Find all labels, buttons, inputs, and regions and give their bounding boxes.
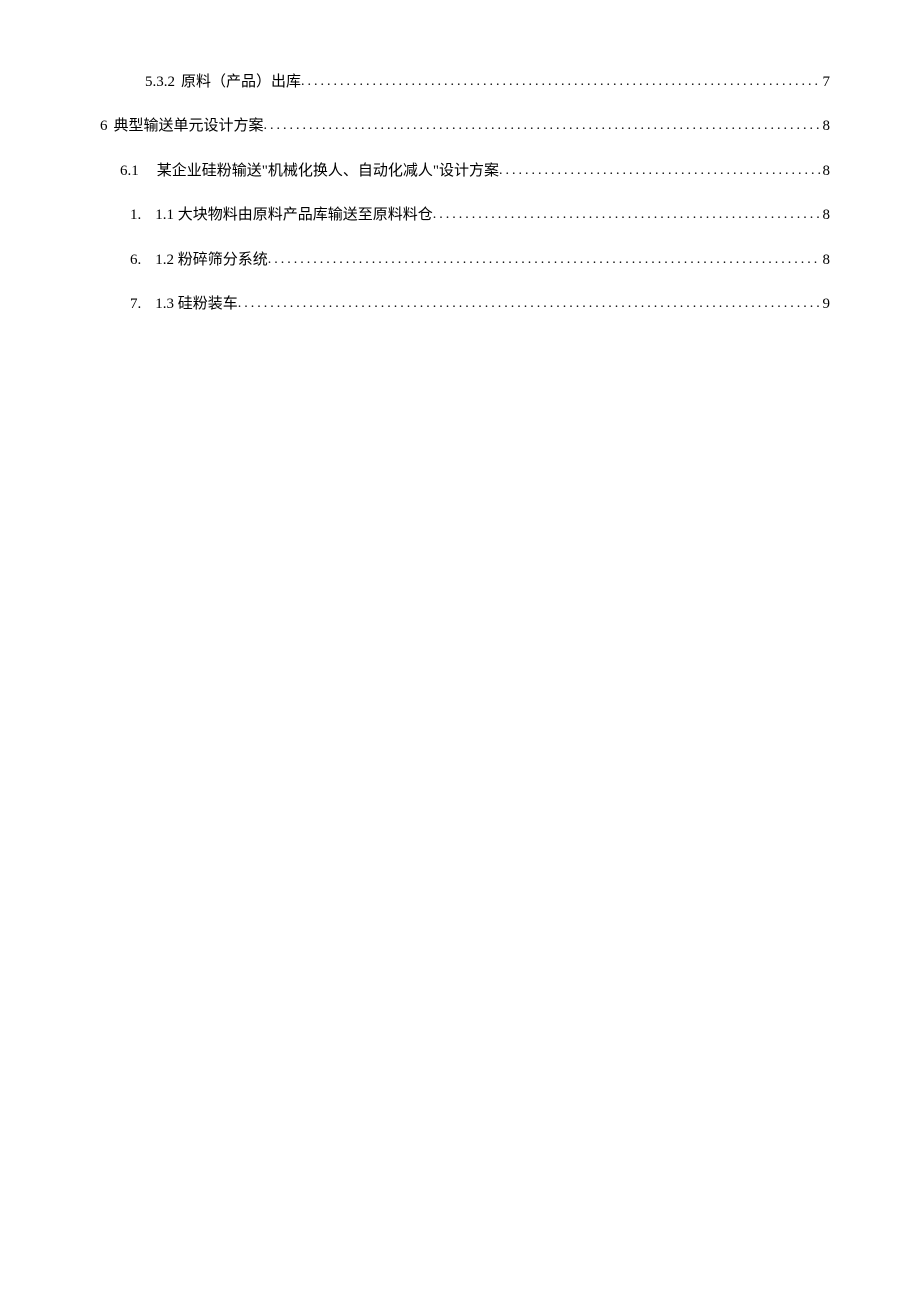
toc-dots [268, 249, 821, 271]
toc-entry-title: 原料（产品）出库 [181, 74, 301, 90]
toc-entry-label: 7. 1.3 硅粉装车 [130, 292, 238, 316]
toc-entry: 5.3.2 原料（产品）出库 7 [90, 70, 830, 94]
toc-entry-page: 8 [821, 248, 831, 272]
toc-entry: 6. 1.2 粉碎筛分系统 8 [90, 248, 830, 272]
toc-entry-prefix: 5.3.2 [145, 70, 175, 94]
toc-dots [264, 115, 821, 137]
toc-entry: 6 典型输送单元设计方案 8 [90, 114, 830, 138]
toc-entry-title: 某企业硅粉输送"机械化换人、自动化减人"设计方案 [157, 163, 499, 179]
table-of-contents: 5.3.2 原料（产品）出库 7 6 典型输送单元设计方案 8 6.1 某企业硅粉输送"机械… [90, 70, 830, 316]
toc-entry-label: 6.1 某企业硅粉输送"机械化换人、自动化减人"设计方案 [120, 159, 499, 183]
toc-entry-label: 6. 1.2 粉碎筛分系统 [130, 248, 268, 272]
toc-dots [433, 204, 821, 226]
toc-entry-page: 9 [821, 292, 831, 316]
toc-entry: 7. 1.3 硅粉装车 9 [90, 292, 830, 316]
toc-entry-title: 1.2 粉碎筛分系统 [155, 252, 268, 268]
toc-dots [499, 160, 821, 182]
toc-entry-prefix: 6 [100, 114, 108, 138]
toc-entry-prefix: 1. [130, 203, 141, 227]
toc-entry: 1. 1.1 大块物料由原料产品库输送至原料料仓 8 [90, 203, 830, 227]
toc-entry-title: 典型输送单元设计方案 [114, 118, 264, 134]
toc-entry-title: 1.1 大块物料由原料产品库输送至原料料仓 [155, 207, 433, 223]
toc-entry-page: 8 [821, 114, 831, 138]
toc-entry-prefix: 6.1 [120, 159, 139, 183]
toc-dots [238, 293, 821, 315]
toc-entry-label: 5.3.2 原料（产品）出库 [145, 70, 301, 94]
toc-entry: 6.1 某企业硅粉输送"机械化换人、自动化减人"设计方案 8 [90, 159, 830, 183]
toc-entry-label: 6 典型输送单元设计方案 [100, 114, 264, 138]
toc-entry-page: 8 [821, 203, 831, 227]
toc-entry-prefix: 7. [130, 292, 141, 316]
toc-entry-title: 1.3 硅粉装车 [155, 296, 238, 312]
toc-entry-prefix: 6. [130, 248, 141, 272]
toc-entry-page: 8 [821, 159, 831, 183]
toc-entry-label: 1. 1.1 大块物料由原料产品库输送至原料料仓 [130, 203, 433, 227]
toc-entry-page: 7 [821, 70, 831, 94]
toc-dots [301, 71, 820, 93]
